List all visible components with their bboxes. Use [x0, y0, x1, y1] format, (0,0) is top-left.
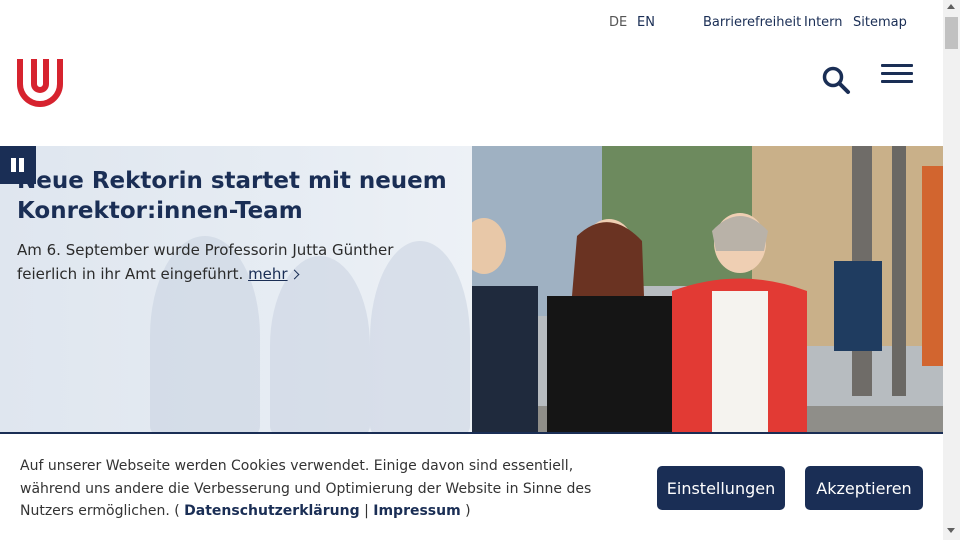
page-scrollbar[interactable] [943, 0, 960, 540]
hamburger-menu-icon[interactable] [881, 64, 913, 84]
university-u-logo-icon [17, 59, 63, 107]
close-paren: ) [465, 503, 471, 519]
imprint-link[interactable]: Impressum [373, 503, 460, 519]
scroll-thumb[interactable] [945, 17, 958, 49]
hero-photo-illustration [462, 146, 943, 432]
search-icon[interactable] [821, 65, 851, 95]
scroll-down-arrow-icon[interactable] [947, 528, 955, 533]
hero-teaser: Am 6. September wurde Professorin Jutta … [17, 238, 457, 286]
cookie-banner: Auf unserer Webseite werden Cookies verw… [0, 432, 943, 540]
link-sitemap[interactable]: Sitemap [853, 15, 907, 30]
link-separator: | [364, 503, 369, 519]
menu-line [881, 64, 913, 67]
cookie-settings-button[interactable]: Einstellungen [657, 466, 785, 510]
slider-pause-button[interactable] [0, 146, 36, 184]
chevron-right-icon [289, 269, 300, 280]
language-en[interactable]: EN [637, 15, 655, 30]
privacy-policy-link[interactable]: Datenschutzerklärung [184, 503, 359, 519]
pause-icon [19, 158, 24, 172]
link-barrierefreiheit[interactable]: Barrierefreiheit [703, 15, 801, 30]
more-link[interactable]: mehr [248, 265, 288, 283]
hero-teaser-text: Am 6. September wurde Professorin Jutta … [17, 241, 394, 283]
language-de[interactable]: DE [609, 15, 627, 30]
hero-title[interactable]: Neue Rektorin startet mit neuem Konrekto… [17, 166, 457, 226]
link-intern[interactable]: Intern [804, 15, 843, 30]
hero-photo [462, 146, 943, 432]
top-utility-bar: DE EN Barrierefreiheit Intern Sitemap [0, 0, 943, 44]
pause-icon [11, 158, 16, 172]
university-u-logo[interactable] [14, 57, 66, 109]
scroll-up-arrow-icon[interactable] [947, 4, 955, 9]
cookie-notice-text: Auf unserer Webseite werden Cookies verw… [20, 455, 620, 523]
cookie-accept-button[interactable]: Akzeptieren [805, 466, 923, 510]
menu-line [881, 80, 913, 83]
menu-line [881, 72, 913, 75]
